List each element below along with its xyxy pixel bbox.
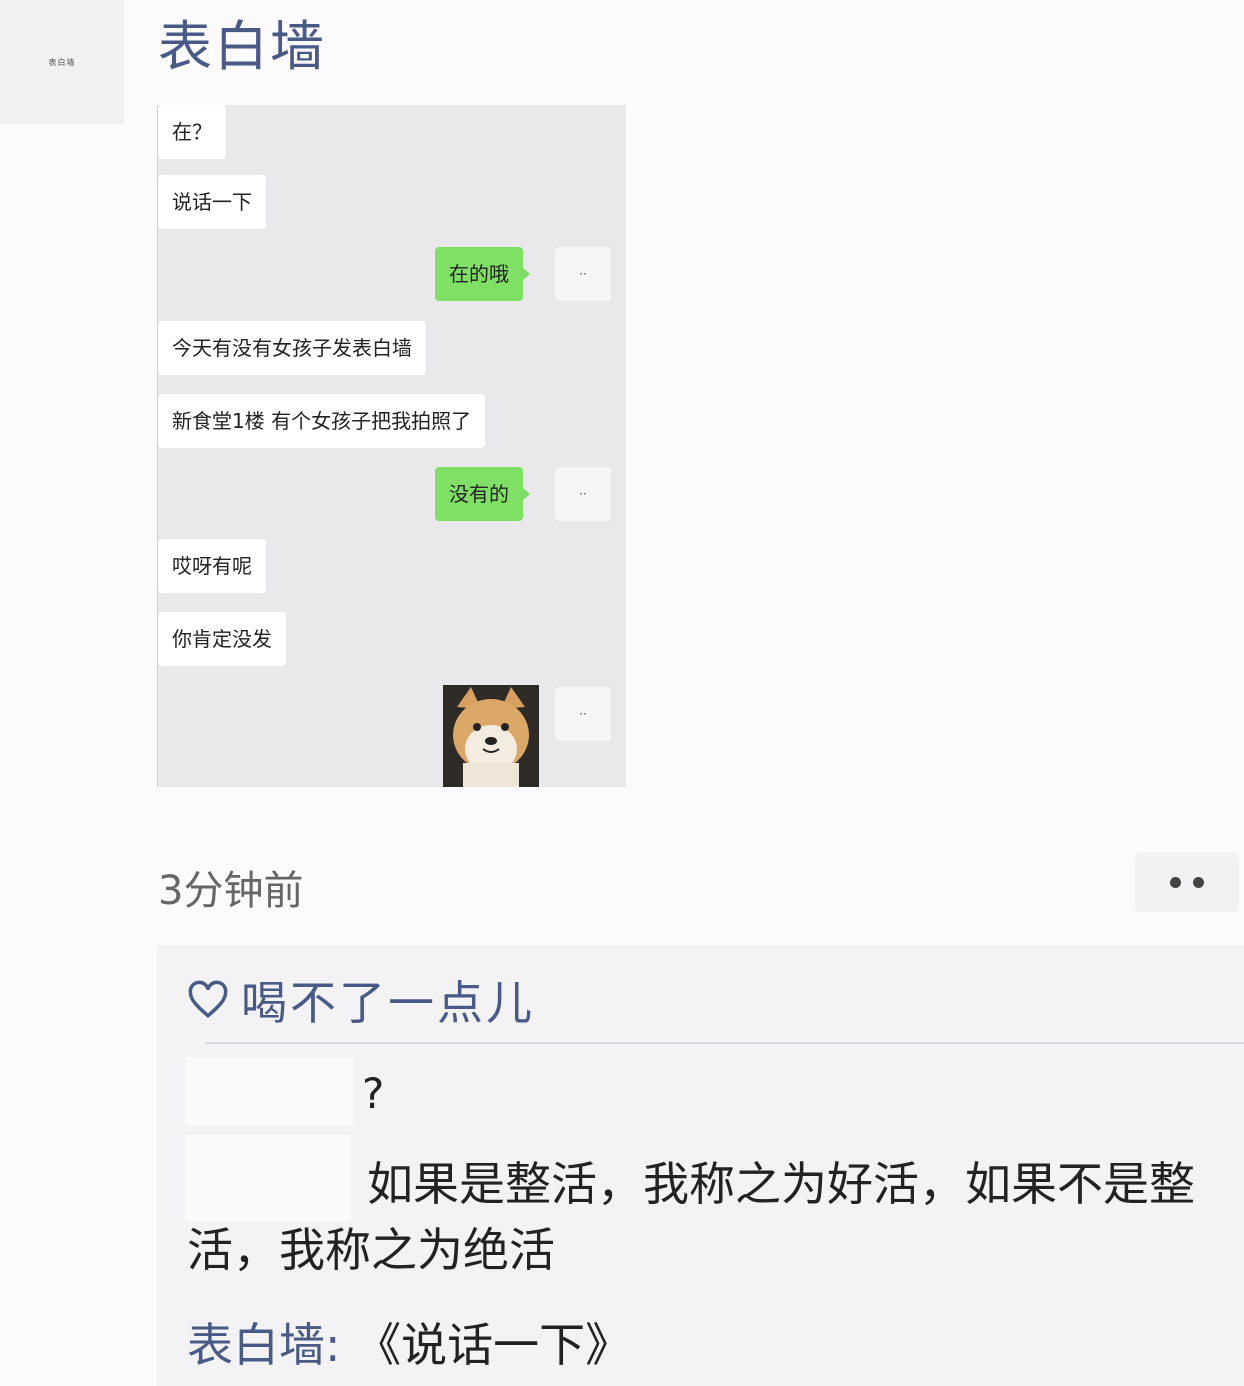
self-avatar: ·· xyxy=(555,247,611,301)
poster-name[interactable]: 表白墙 xyxy=(158,2,326,81)
chat-message-right: 在的哦 xyxy=(435,247,530,301)
chat-message-right: 没有的 xyxy=(435,467,530,521)
avatar-text: 表白墙 xyxy=(48,57,76,67)
post-image-chat-screenshot[interactable]: 在？ 说话一下 在的哦 ·· 今天有没有女孩子发表白墙 新食堂1楼 有个女孩子把… xyxy=(157,105,626,787)
reply-separator: : xyxy=(325,1318,356,1372)
dot xyxy=(1170,876,1181,888)
self-avatar: ·· xyxy=(555,687,611,741)
comment-text[interactable]: 如果是整活，我称之为好活，如果不是整活，我称之为绝活 xyxy=(187,1151,1207,1283)
liker-name[interactable]: 喝不了一点儿 xyxy=(241,967,535,1033)
redacted-commenter-name xyxy=(185,1057,353,1125)
chat-message-left: 今天有没有女孩子发表白墙 xyxy=(158,321,426,375)
post-timestamp: 3分钟前 xyxy=(158,868,304,914)
shiba-dog-sticker xyxy=(443,685,539,787)
heart-icon xyxy=(188,980,228,1019)
self-avatar: ·· xyxy=(555,467,611,521)
comments-panel: 喝不了一点儿 ? 如果是整活，我称之为好活，如果不是整活，我称之为绝活 表白墙:… xyxy=(157,945,1244,1386)
more-dots-icon[interactable] xyxy=(1135,852,1239,912)
chat-message-left: 你肯定没发 xyxy=(158,612,286,666)
poster-avatar[interactable]: 表白墙 xyxy=(0,0,124,124)
divider xyxy=(205,1042,1244,1044)
chat-message-left: 哎呀有呢 xyxy=(158,539,266,593)
chat-message-left: 说话一下 xyxy=(158,175,266,229)
reply-text: 《说话一下》 xyxy=(355,1318,632,1372)
comment-reply[interactable]: 表白墙: 《说话一下》 xyxy=(187,1309,631,1375)
comment-text[interactable]: ? xyxy=(362,1069,384,1118)
reply-author[interactable]: 表白墙 xyxy=(187,1318,325,1372)
dot xyxy=(1193,876,1204,888)
chat-message-left: 在？ xyxy=(158,105,226,159)
likes-row: 喝不了一点儿 xyxy=(187,967,535,1033)
chat-message-left: 新食堂1楼 有个女孩子把我拍照了 xyxy=(158,394,486,448)
